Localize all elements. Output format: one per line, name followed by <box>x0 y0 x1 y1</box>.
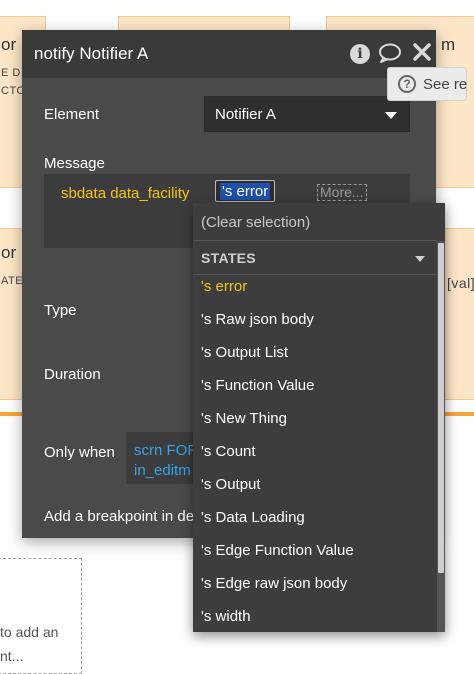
modal-title: notify Notifier A <box>34 44 149 63</box>
canvas-card-title: m <box>441 35 456 54</box>
canvas-hint-text: to add an <box>0 624 59 640</box>
message-expression-text: sbdata data_facility <box>61 185 190 202</box>
dropdown-option-label: 's width <box>201 608 251 625</box>
dropdown-option-label: 's Edge Function Value <box>201 542 354 559</box>
see-reference-button[interactable]: ? See re <box>387 67 467 101</box>
canvas-card-title: or <box>1 35 17 54</box>
speech-bubble-icon[interactable] <box>378 42 401 64</box>
dropdown-option[interactable]: 's New Thing <box>193 403 437 436</box>
canvas-card-mid-right[interactable]: [val] <box>440 228 474 400</box>
duration-label: Duration <box>44 366 101 383</box>
caret-down-icon <box>385 112 397 119</box>
condition-text: scrn FOR <box>134 442 199 459</box>
dropdown-option-label: 's Function Value <box>201 377 315 394</box>
question-circle-icon: ? <box>398 75 416 93</box>
dropdown-option-label: 's Output List <box>201 344 289 361</box>
dropdown-option[interactable]: 's width <box>193 601 437 634</box>
dropdown-option[interactable]: 's Output List <box>193 337 437 370</box>
dropdown-option[interactable]: 's Raw json body <box>193 304 437 337</box>
element-select[interactable]: Notifier A <box>204 96 410 132</box>
message-label: Message <box>44 155 105 172</box>
breakpoint-checkbox-label[interactable]: Add a breakpoint in de <box>44 508 194 525</box>
element-label: Element <box>44 106 100 123</box>
dropdown-option[interactable]: 's Edge raw json body <box>193 568 437 601</box>
canvas-card-title: or <box>1 243 17 262</box>
element-select-value: Notifier A <box>215 106 276 123</box>
clear-selection-option[interactable]: (Clear selection) <box>193 203 437 241</box>
dropdown-option[interactable]: 's Output <box>193 469 437 502</box>
dropdown-option[interactable]: 's Edge Function Value <box>193 535 437 568</box>
dropdown-scrollbar-thumb[interactable] <box>438 243 444 573</box>
states-section-label: STATES <box>201 250 256 266</box>
canvas-hint-text: nt... <box>0 648 24 664</box>
condition-text: in_editm <box>134 462 191 479</box>
dropdown-option[interactable]: 's Data Loading <box>193 502 437 535</box>
info-icon[interactable]: i <box>350 44 370 64</box>
dropdown-option[interactable]: 's Function Value <box>193 370 437 403</box>
message-chip-text: 's error <box>220 183 271 200</box>
canvas-card-value: [val] <box>447 275 474 291</box>
dropdown-option-label: 's Raw json body <box>201 311 314 328</box>
dropdown-option[interactable]: 's Count <box>193 436 437 469</box>
see-reference-label: See re <box>423 76 468 93</box>
expression-dropdown: (Clear selection) STATES 's error 's Raw… <box>193 203 445 632</box>
caret-down-icon <box>415 256 425 262</box>
dropdown-option-label: 's Count <box>201 443 256 460</box>
dropdown-option-label: 's error <box>201 278 248 295</box>
canvas-card-text: E D <box>1 67 21 79</box>
dropdown-option-label: 's Data Loading <box>201 509 305 526</box>
type-label: Type <box>44 302 77 319</box>
clear-selection-label: (Clear selection) <box>201 214 311 231</box>
dropdown-option-label: 's New Thing <box>201 410 287 427</box>
close-icon[interactable] <box>412 42 434 64</box>
dropdown-option[interactable]: 's error <box>193 271 437 304</box>
modal-header[interactable]: notify Notifier A i <box>22 30 436 78</box>
dropdown-option-label: 's Edge raw json body <box>201 575 348 592</box>
dropdown-option-label: 's Output <box>201 476 261 493</box>
states-section-header[interactable]: STATES <box>193 241 437 275</box>
only-when-label: Only when <box>44 444 115 461</box>
message-expression-chip[interactable]: 's error <box>215 180 276 202</box>
message-more-button[interactable]: More... <box>317 184 367 201</box>
